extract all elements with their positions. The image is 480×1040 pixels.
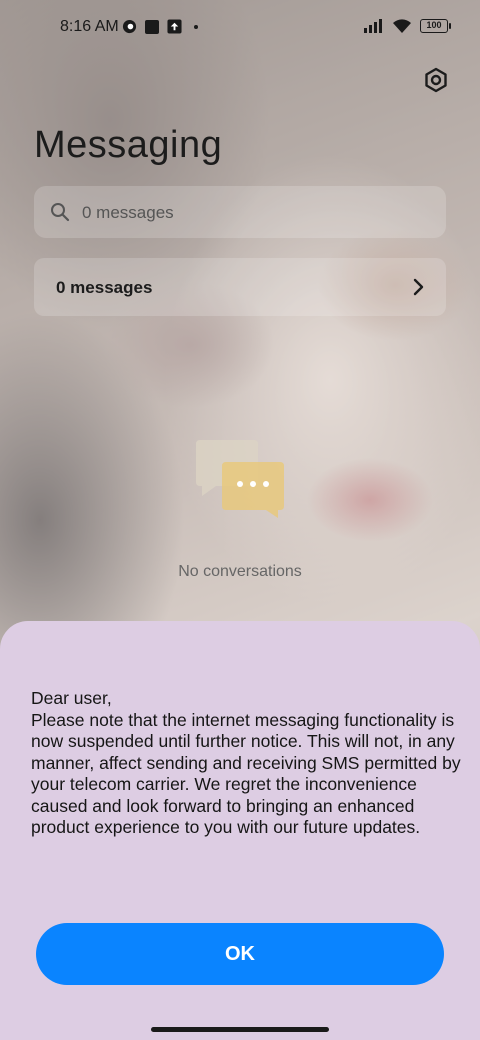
chat-bubbles-icon [196, 440, 284, 518]
search-input[interactable]: 0 messages [34, 186, 446, 238]
ok-button[interactable]: OK [36, 923, 444, 985]
search-icon [51, 203, 70, 222]
empty-state-text: No conversations [178, 563, 302, 580]
wifi-icon [393, 19, 411, 33]
page-title: Messaging [34, 124, 223, 166]
battery-level: 100 [426, 20, 442, 30]
notice-body: Please note that the internet messaging … [31, 709, 461, 838]
upload-notification-icon [167, 19, 182, 34]
notice-message: Dear user, Please note that the internet… [31, 688, 461, 839]
status-bar: 8:16 AM 100 [0, 0, 480, 56]
chevron-right-icon [413, 278, 424, 296]
settings-button[interactable] [420, 64, 452, 96]
status-time: 8:16 AM [60, 18, 119, 35]
settings-icon [425, 67, 447, 93]
search-placeholder: 0 messages [82, 203, 174, 222]
more-notifications-dot [194, 24, 198, 29]
messages-row-label: 0 messages [56, 278, 153, 297]
app-notification-icon [145, 19, 159, 34]
notice-greeting: Dear user, [31, 688, 112, 708]
battery-icon: 100 [420, 19, 451, 33]
vpn-icon [122, 19, 137, 34]
system-icons: 100 [364, 18, 451, 34]
home-indicator[interactable] [151, 1027, 329, 1032]
messages-row[interactable]: 0 messages [34, 258, 446, 316]
notification-icons [122, 19, 198, 34]
signal-icon [364, 19, 382, 33]
suspension-notice-sheet: Dear user, Please note that the internet… [0, 621, 480, 1040]
